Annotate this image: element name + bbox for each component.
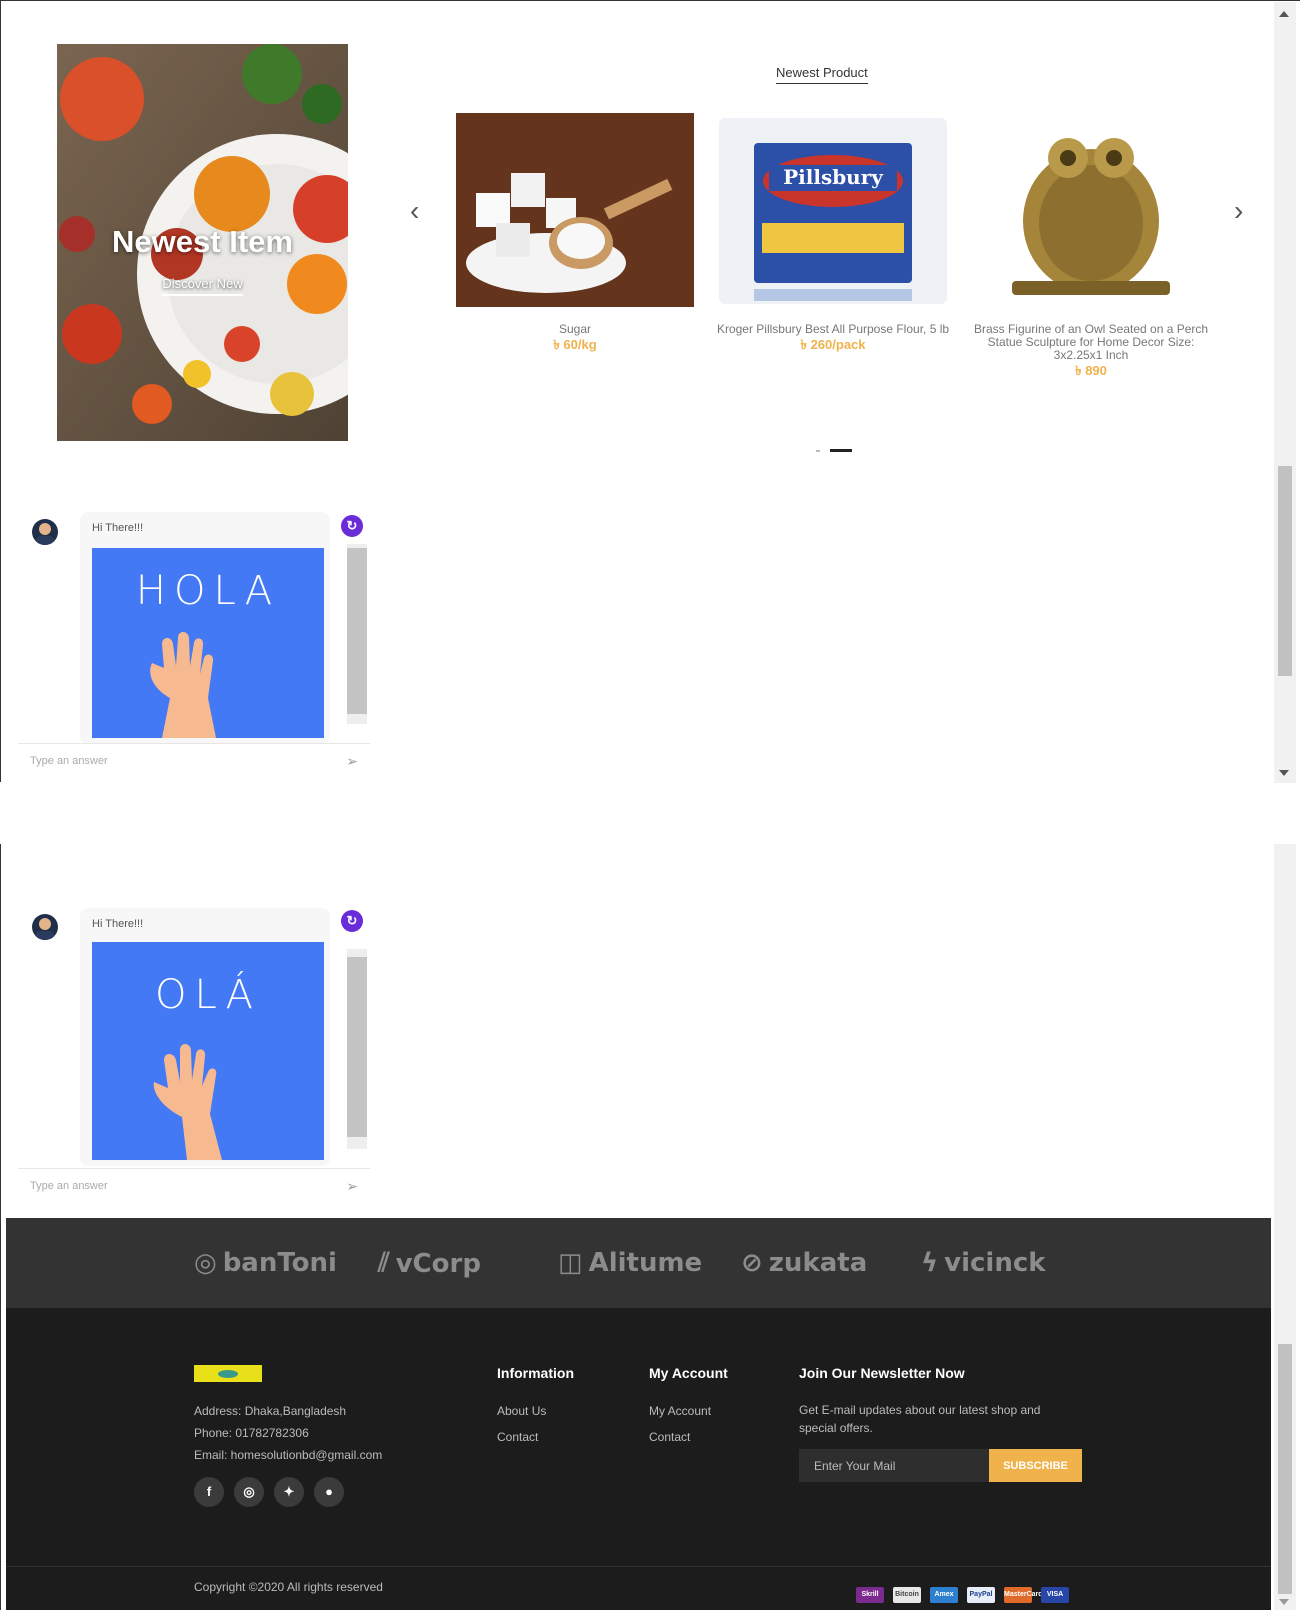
- scroll-up-icon[interactable]: [1279, 11, 1289, 17]
- footer-link-about[interactable]: About Us: [497, 1404, 546, 1418]
- carousel-dot[interactable]: [816, 450, 820, 452]
- top-screenshot-panel: Newest Item Discover New Newest Product …: [0, 0, 1300, 783]
- brand-name: vCorp: [395, 1248, 481, 1279]
- zukata-icon: ⊘: [741, 1248, 763, 1278]
- paypal-icon: PayPal: [967, 1587, 995, 1603]
- copyright-text: Copyright ©2020 All rights reserved: [194, 1580, 383, 1594]
- chat-message: Hi There!!! OLÁ: [80, 908, 330, 1166]
- avatar: [32, 914, 58, 940]
- chat-refresh-icon[interactable]: ↻: [341, 910, 363, 932]
- carousel-next-icon[interactable]: ›: [1234, 197, 1243, 225]
- my-account-heading: My Account: [649, 1365, 728, 1381]
- newest-item-banner[interactable]: Newest Item Discover New: [57, 44, 348, 441]
- bitcoin-icon: Bitcoin: [893, 1587, 921, 1603]
- brand-name: zukata: [768, 1248, 868, 1278]
- banner-title: Newest Item: [112, 224, 293, 259]
- footer-address: Address: Dhaka,Bangladesh: [194, 1404, 347, 1418]
- product-name[interactable]: Sugar: [456, 323, 694, 336]
- brand-name: vicinck: [944, 1248, 1046, 1278]
- newsletter-text-line2: special offers.: [799, 1421, 873, 1435]
- alitume-icon: ◫: [558, 1248, 583, 1278]
- newest-product-title: Newest Product: [776, 65, 868, 84]
- ola-gif: OLÁ: [92, 942, 324, 1160]
- chat-greeting: Hi There!!!: [92, 522, 144, 534]
- instagram-icon[interactable]: ◎: [234, 1477, 264, 1507]
- discover-new-link[interactable]: Discover New: [57, 276, 348, 296]
- brand-logo[interactable]: ◎ banToni: [194, 1248, 337, 1278]
- chat-input-placeholder: Type an answer: [30, 755, 108, 767]
- footer-divider: [6, 1566, 1271, 1567]
- bantoni-icon: ◎: [194, 1248, 217, 1278]
- page-scrollbar[interactable]: [1274, 844, 1296, 1610]
- scroll-down-icon[interactable]: [1279, 1599, 1289, 1605]
- sugar-image[interactable]: [456, 113, 694, 307]
- brand-logo[interactable]: ◫ Alitume: [558, 1248, 702, 1278]
- svg-text:Pillsbury: Pillsbury: [783, 165, 884, 189]
- amex-icon: Amex: [930, 1587, 958, 1603]
- visa-icon: VISA: [1041, 1587, 1069, 1603]
- brand-logos-bar: ◎ banToni ⫽ vCorp ◫ Alitume ⊘ zukata ϟ vicinc…: [6, 1218, 1271, 1308]
- carousel-prev-icon[interactable]: ‹: [410, 197, 419, 225]
- brand-logo[interactable]: ϟ vicinck: [921, 1248, 1046, 1278]
- chat-greeting: Hi There!!!: [92, 918, 144, 930]
- product-price: ৳ 260/pack: [800, 337, 866, 352]
- chat-scrollbar[interactable]: [347, 544, 367, 724]
- product-name[interactable]: Brass Figurine of an Owl Seated on a Per…: [972, 323, 1210, 362]
- footer-phone: Phone: 01782782306: [194, 1426, 309, 1440]
- scrollbar-thumb[interactable]: [1278, 466, 1292, 676]
- newsletter-heading: Join Our Newsletter Now: [799, 1365, 965, 1381]
- send-icon[interactable]: ➢: [346, 1178, 358, 1195]
- information-heading: Information: [497, 1365, 574, 1381]
- chat-message: Hi There!!! HOLA: [80, 512, 330, 744]
- scroll-down-icon[interactable]: [1279, 770, 1289, 776]
- site-logo[interactable]: [194, 1365, 262, 1382]
- footer-email[interactable]: Email: homesolutionbd@gmail.com: [194, 1448, 382, 1462]
- avatar: [32, 519, 58, 545]
- facebook-icon[interactable]: f: [194, 1477, 224, 1507]
- product-price: ৳ 60/kg: [553, 337, 597, 352]
- waving-hand-icon: [150, 632, 216, 738]
- brand-logo[interactable]: ⊘ zukata: [741, 1248, 867, 1278]
- chat-answer-input[interactable]: Type an answer ➢: [18, 1168, 370, 1204]
- waving-hand-icon: [153, 1044, 222, 1160]
- site-footer: Address: Dhaka,Bangladesh Phone: 0178278…: [6, 1308, 1271, 1610]
- product-card[interactable]: Sugar ৳ 60/kg: [456, 113, 694, 357]
- newsletter-email-input[interactable]: [799, 1449, 989, 1482]
- brand-name: banToni: [222, 1248, 337, 1278]
- twitter-icon[interactable]: ✦: [274, 1477, 304, 1507]
- brand-name: Alitume: [588, 1248, 703, 1278]
- chat-widget: Hi There!!! OLÁ ↻ Type an answer ➢: [18, 904, 370, 1218]
- carousel-dot-active[interactable]: [830, 449, 852, 452]
- scrollbar-thumb[interactable]: [1278, 1344, 1292, 1594]
- vcorp-icon: ⫽: [378, 1248, 390, 1278]
- mastercard-icon: MasterCard: [1004, 1587, 1043, 1603]
- page-scrollbar[interactable]: [1274, 2, 1296, 783]
- skrill-icon: Skrill: [856, 1587, 884, 1603]
- newsletter-text: Get E-mail updates about our latest shop…: [799, 1403, 1041, 1417]
- discover-new-label: Discover New: [162, 276, 243, 296]
- brass-owl-image[interactable]: [972, 113, 1210, 307]
- vicinck-icon: ϟ: [921, 1248, 939, 1278]
- chat-input-placeholder: Type an answer: [30, 1180, 108, 1192]
- pinterest-icon[interactable]: ●: [314, 1477, 344, 1507]
- chat-refresh-icon[interactable]: ↻: [341, 515, 363, 537]
- product-card[interactable]: Pillsbury Kroger Pillsbury Best All Purp…: [714, 113, 952, 357]
- subscribe-button[interactable]: SUBSCRIBE: [989, 1449, 1082, 1482]
- product-price: ৳ 890: [1075, 363, 1107, 378]
- footer-link-my-account[interactable]: My Account: [649, 1404, 711, 1418]
- hola-gif: HOLA: [92, 548, 324, 738]
- footer-link-contact[interactable]: Contact: [497, 1430, 538, 1444]
- chat-widget: Hi There!!! HOLA ↻ Type an answer ➢: [18, 506, 370, 781]
- chat-scrollbar[interactable]: [347, 949, 367, 1149]
- footer-link-contact[interactable]: Contact: [649, 1430, 690, 1444]
- brand-logo[interactable]: ⫽ vCorp: [378, 1248, 481, 1279]
- send-icon[interactable]: ➢: [346, 753, 358, 770]
- chat-answer-input[interactable]: Type an answer ➢: [18, 743, 370, 779]
- flour-bag-image[interactable]: Pillsbury: [714, 113, 952, 307]
- bottom-screenshot-panel: Hi There!!! OLÁ ↻ Type an answer ➢ ◎ banT…: [0, 844, 1300, 1610]
- product-name[interactable]: Kroger Pillsbury Best All Purpose Flour,…: [714, 323, 952, 336]
- product-card[interactable]: Brass Figurine of an Owl Seated on a Per…: [972, 113, 1210, 383]
